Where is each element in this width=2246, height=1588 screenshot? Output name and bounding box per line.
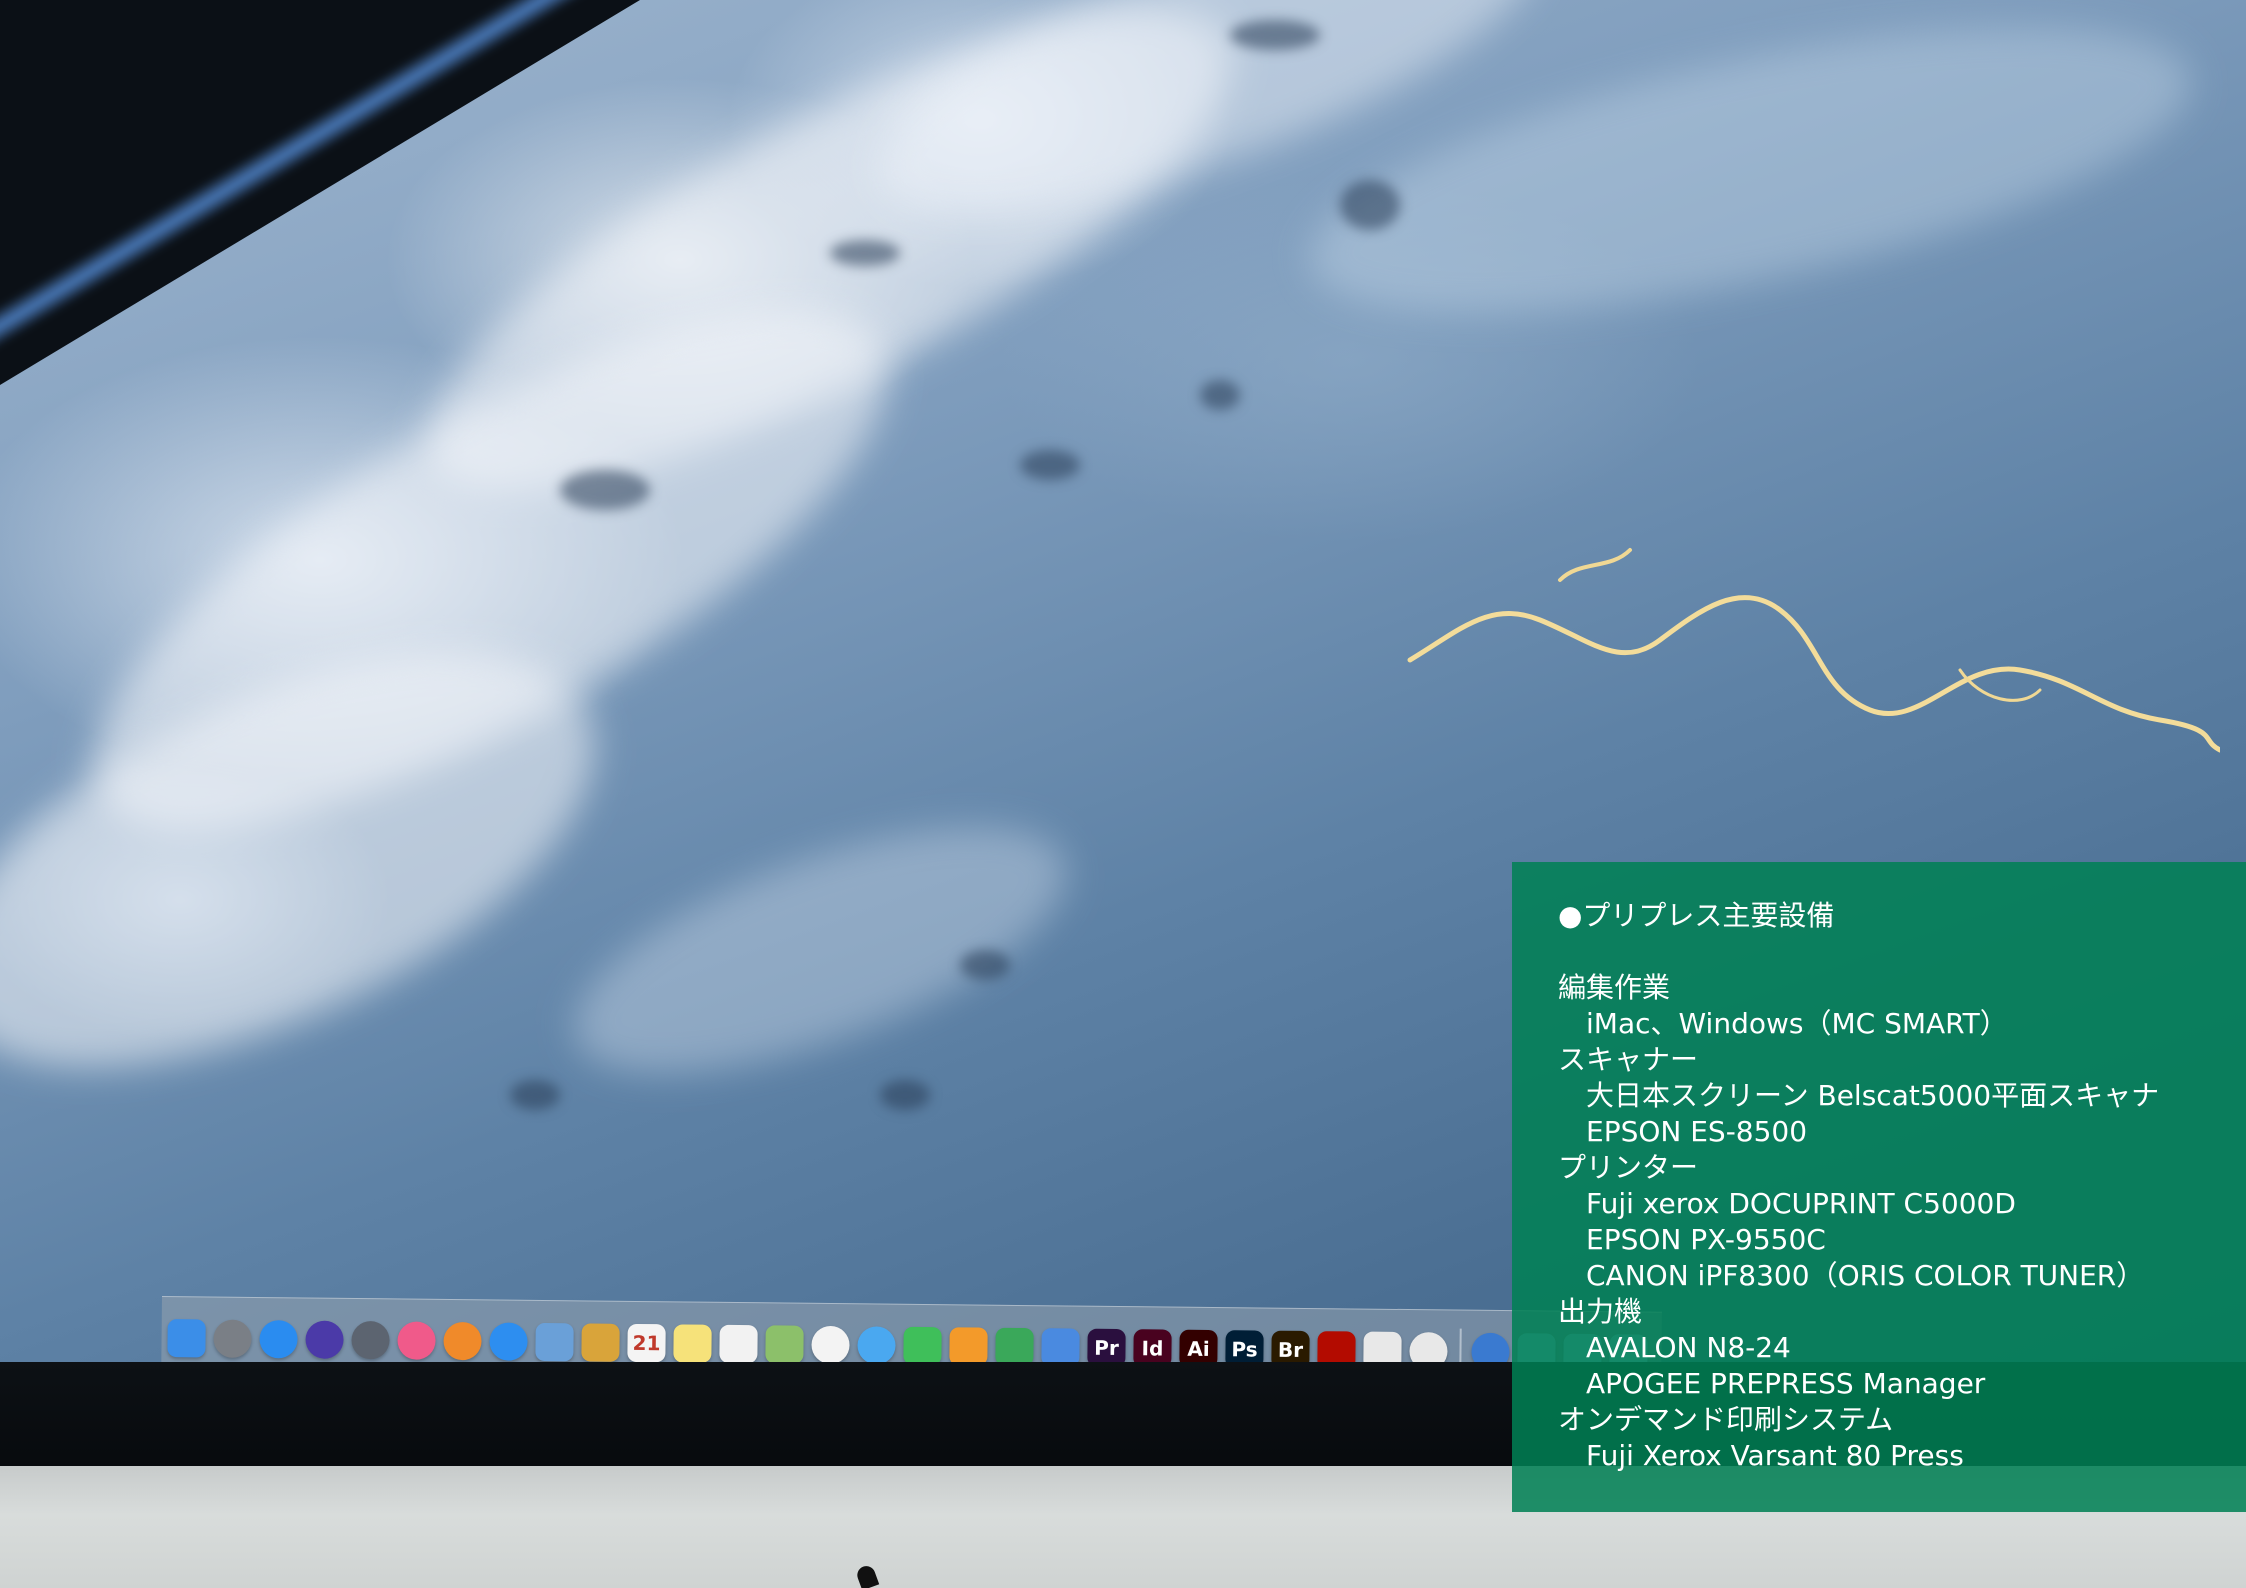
system-preferences-icon[interactable] xyxy=(213,1319,252,1358)
calendar-icon[interactable]: 21 xyxy=(627,1323,666,1362)
section-item: EPSON PX-9550C xyxy=(1586,1223,1826,1256)
section-heading-on-demand: オンデマンド印刷システム xyxy=(1558,1403,1894,1436)
itunes-icon[interactable] xyxy=(397,1320,436,1360)
keynote-icon[interactable] xyxy=(1041,1327,1080,1367)
ibooks-icon[interactable] xyxy=(443,1321,482,1360)
section-item: 大日本スクリーン Belscat5000平面スキャナ xyxy=(1586,1079,2160,1112)
notes-icon[interactable] xyxy=(673,1323,712,1363)
app-store-icon[interactable] xyxy=(259,1319,298,1358)
section-heading-editing: 編集作業 xyxy=(1558,971,1671,1004)
section-heading-printer: プリンター xyxy=(1558,1151,1699,1184)
messages-icon[interactable] xyxy=(857,1325,896,1365)
section-heading-output: 出力機 xyxy=(1558,1295,1643,1328)
siri-icon[interactable] xyxy=(305,1320,344,1359)
equipment-panel: ●プリプレス主要設備 編集作業 iMac、Windows（MC SMART） ス… xyxy=(1512,862,2246,1512)
panel-title: ●プリプレス主要設備 xyxy=(1558,899,1835,932)
launchpad-icon[interactable] xyxy=(351,1320,390,1359)
reminders-icon[interactable] xyxy=(719,1324,758,1363)
section-item: iMac、Windows（MC SMART） xyxy=(1586,1007,2008,1040)
finder-icon[interactable] xyxy=(167,1318,206,1357)
numbers-icon[interactable] xyxy=(995,1327,1034,1366)
safari-icon[interactable] xyxy=(489,1321,528,1361)
section-item: CANON iPF8300（ORIS COLOR TUNER） xyxy=(1586,1259,2145,1292)
notes-folder-icon[interactable] xyxy=(581,1322,620,1362)
preview-icon[interactable] xyxy=(535,1322,574,1361)
photos-icon[interactable] xyxy=(811,1325,850,1364)
facetime-icon[interactable] xyxy=(903,1326,942,1365)
river-graphic xyxy=(1407,548,2220,753)
section-item: APOGEE PREPRESS Manager xyxy=(1586,1367,1986,1400)
section-item: AVALON N8-24 xyxy=(1586,1331,1791,1364)
section-item: Fuji Xerox Varsant 80 Press xyxy=(1586,1439,1964,1472)
pages-icon[interactable] xyxy=(949,1326,988,1366)
section-item: EPSON ES-8500 xyxy=(1586,1115,1808,1148)
maps-icon[interactable] xyxy=(765,1324,804,1364)
premiere-icon[interactable]: Pr xyxy=(1087,1328,1126,1367)
section-item: Fuji xerox DOCUPRINT C5000D xyxy=(1586,1187,2016,1220)
section-heading-scanner: スキャナー xyxy=(1558,1043,1699,1076)
